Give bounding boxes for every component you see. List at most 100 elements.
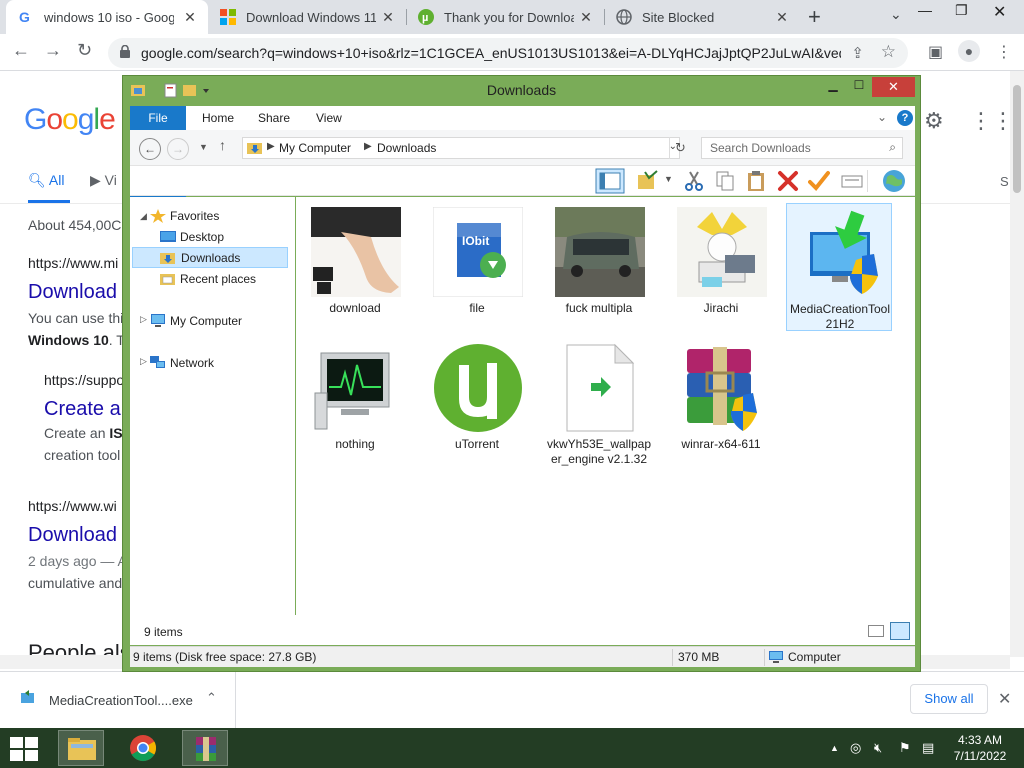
help-icon[interactable]: ? [897, 110, 913, 126]
tab-close-icon[interactable]: ✕ [182, 9, 198, 26]
tray-app-icon[interactable]: ◎ [850, 740, 861, 756]
close-downloads-bar-icon[interactable]: ✕ [998, 689, 1011, 709]
tab-google-search[interactable]: G windows 10 iso - Google ✕ [6, 0, 208, 34]
explorer-window[interactable]: Downloads ▁ ☐ ✕ File Home Share View ⌄ ?… [122, 75, 921, 672]
result-title[interactable]: Download [28, 524, 117, 547]
result-cite[interactable]: https://www.mi [28, 255, 118, 271]
rename-check-icon[interactable] [808, 170, 830, 192]
forward-arrow-icon[interactable]: → [167, 138, 189, 160]
action-center-flag-icon[interactable]: ⚑ [899, 740, 911, 756]
up-arrow-icon[interactable]: ↑ [219, 137, 226, 153]
tab-thank-you[interactable]: µ Thank you for Download ✕ [406, 0, 604, 34]
restore-icon[interactable]: ❐ [955, 2, 968, 19]
recent-locations-chevron-icon[interactable]: ▼ [199, 142, 208, 152]
windows-start-icon[interactable] [10, 737, 38, 761]
tab-close-icon[interactable]: ✕ [380, 9, 396, 26]
tab-search-chevron-down-icon[interactable]: ⌄ [890, 6, 902, 23]
status-divider [672, 649, 673, 666]
close-icon[interactable]: ✕ [872, 77, 915, 97]
folder-options-icon[interactable] [637, 170, 659, 192]
cut-scissors-icon[interactable] [683, 170, 705, 192]
expand-ribbon-chevron-icon[interactable]: ⌄ [877, 110, 887, 124]
clock-time: 4:33 AM [957, 733, 1003, 747]
new-tab-plus-icon[interactable]: + [808, 4, 821, 30]
reload-icon[interactable]: ↻ [77, 40, 92, 61]
file-item-multipla[interactable]: fuck multipla [546, 203, 652, 331]
file-item-media-creation-tool[interactable]: MediaCreationTool21H2 [786, 203, 892, 331]
vertical-scrollbar[interactable] [1010, 71, 1024, 657]
result-cite[interactable]: https://suppo [44, 372, 124, 388]
back-arrow-icon[interactable]: ← [12, 40, 30, 61]
scrollbar-thumb[interactable] [1013, 85, 1021, 193]
breadcrumb-downloads[interactable]: Downloads [377, 141, 436, 155]
google-logo[interactable]: Google [24, 103, 116, 137]
large-icons-view-icon[interactable] [890, 622, 910, 640]
forward-arrow-icon[interactable]: → [44, 40, 62, 61]
delete-x-icon[interactable] [777, 170, 799, 192]
ribbon-tab-share[interactable]: Share [244, 106, 304, 130]
address-bar[interactable]: google.com/search?q=windows+10+iso&rlz=1… [108, 38, 908, 68]
search-downloads-input[interactable]: Search Downloads ⌕ [701, 137, 903, 159]
file-item-wallpaper-engine[interactable]: vkwYh53E_wallpaper_engine v2.1.32 [546, 339, 652, 467]
search-tab-fragment[interactable]: S [1000, 174, 1009, 189]
maximize-icon[interactable]: ☐ [846, 78, 872, 98]
chevron-up-icon[interactable]: ⌃ [206, 690, 217, 706]
options-dropdown-icon[interactable]: ▼ [664, 174, 673, 184]
file-name: fuck multipla [565, 301, 633, 315]
minimize-icon[interactable]: ▁ [820, 78, 846, 98]
profile-avatar-icon[interactable]: ● [958, 40, 980, 62]
side-panel-icon[interactable]: ▣ [928, 42, 943, 62]
collapse-arrow-icon[interactable]: ◢ [140, 211, 147, 222]
bookmark-star-icon[interactable]: ☆ [881, 42, 896, 62]
status-location: Computer [788, 650, 841, 664]
back-arrow-icon[interactable]: ← [139, 138, 161, 160]
taskbar-winrar[interactable] [182, 730, 228, 766]
network-icon[interactable]: ▤ [922, 740, 934, 756]
minimize-icon[interactable]: — [918, 2, 932, 18]
share-icon[interactable]: ⇪ [851, 44, 864, 62]
file-item-file[interactable]: IObit file [424, 203, 530, 331]
details-view-icon[interactable] [868, 625, 884, 637]
result-title[interactable]: Download [28, 281, 117, 304]
breadcrumb-separator-icon[interactable]: ▶ [364, 141, 372, 152]
tab-close-icon[interactable]: ✕ [774, 9, 790, 26]
search-tab-videos[interactable]: ▶ Vi [90, 172, 117, 189]
volume-muted-icon[interactable]: 🔇︎ [874, 740, 882, 756]
breadcrumb-my-computer[interactable]: My Computer [279, 141, 351, 155]
expand-arrow-icon[interactable]: ▷ [140, 356, 147, 367]
paste-clipboard-icon[interactable] [745, 170, 767, 192]
copy-icon[interactable] [714, 170, 736, 192]
file-item-utorrent[interactable]: uTorrent [424, 339, 530, 467]
search-tab-all[interactable]: 🔍︎ All [28, 172, 64, 189]
system-clock[interactable]: 4:33 AM 7/11/2022 [940, 732, 1020, 764]
tab-download-windows-11[interactable]: Download Windows 11 ✕ [208, 0, 406, 34]
preview-pane-icon[interactable] [595, 168, 625, 194]
file-item-nothing[interactable]: nothing [302, 339, 408, 467]
result-cite[interactable]: https://www.wi [28, 498, 117, 514]
breadcrumb-separator-icon[interactable]: ▶ [267, 141, 275, 152]
ribbon-tab-view[interactable]: View [302, 106, 356, 130]
taskbar-file-explorer[interactable] [58, 730, 104, 766]
file-item-winrar[interactable]: winrar-x64-611 [668, 339, 774, 467]
show-all-button[interactable]: Show all [910, 684, 988, 714]
breadcrumb[interactable]: ▶ My Computer ▶ Downloads ⌄ [242, 137, 680, 159]
tab-site-blocked[interactable]: Site Blocked ✕ [604, 0, 800, 34]
refresh-icon[interactable]: ↻ [669, 137, 691, 159]
more-menu-icon[interactable]: ⋮ [996, 42, 1012, 62]
properties-icon[interactable] [841, 170, 863, 192]
close-window-icon[interactable]: ✕ [993, 2, 1006, 22]
result-title[interactable]: Create ar [44, 398, 127, 421]
file-item-jirachi[interactable]: Jirachi [668, 203, 774, 331]
ribbon-tab-home[interactable]: Home [188, 106, 248, 130]
tray-overflow-arrow-icon[interactable]: ▲ [830, 743, 839, 753]
download-item[interactable]: MediaCreationTool....exe ⌃ [0, 672, 236, 729]
apps-grid-icon[interactable]: ⋮⋮ [970, 108, 1014, 134]
file-item-download[interactable]: download [302, 203, 408, 331]
tab-close-icon[interactable]: ✕ [578, 9, 594, 26]
taskbar-chrome[interactable] [120, 730, 166, 766]
expand-arrow-icon[interactable]: ▷ [140, 314, 147, 325]
nav-downloads[interactable]: Downloads [132, 247, 288, 268]
network-globe-icon[interactable] [881, 168, 907, 194]
explorer-titlebar[interactable]: Downloads ▁ ☐ ✕ [123, 76, 920, 104]
settings-gear-icon[interactable]: ⚙ [924, 108, 944, 134]
